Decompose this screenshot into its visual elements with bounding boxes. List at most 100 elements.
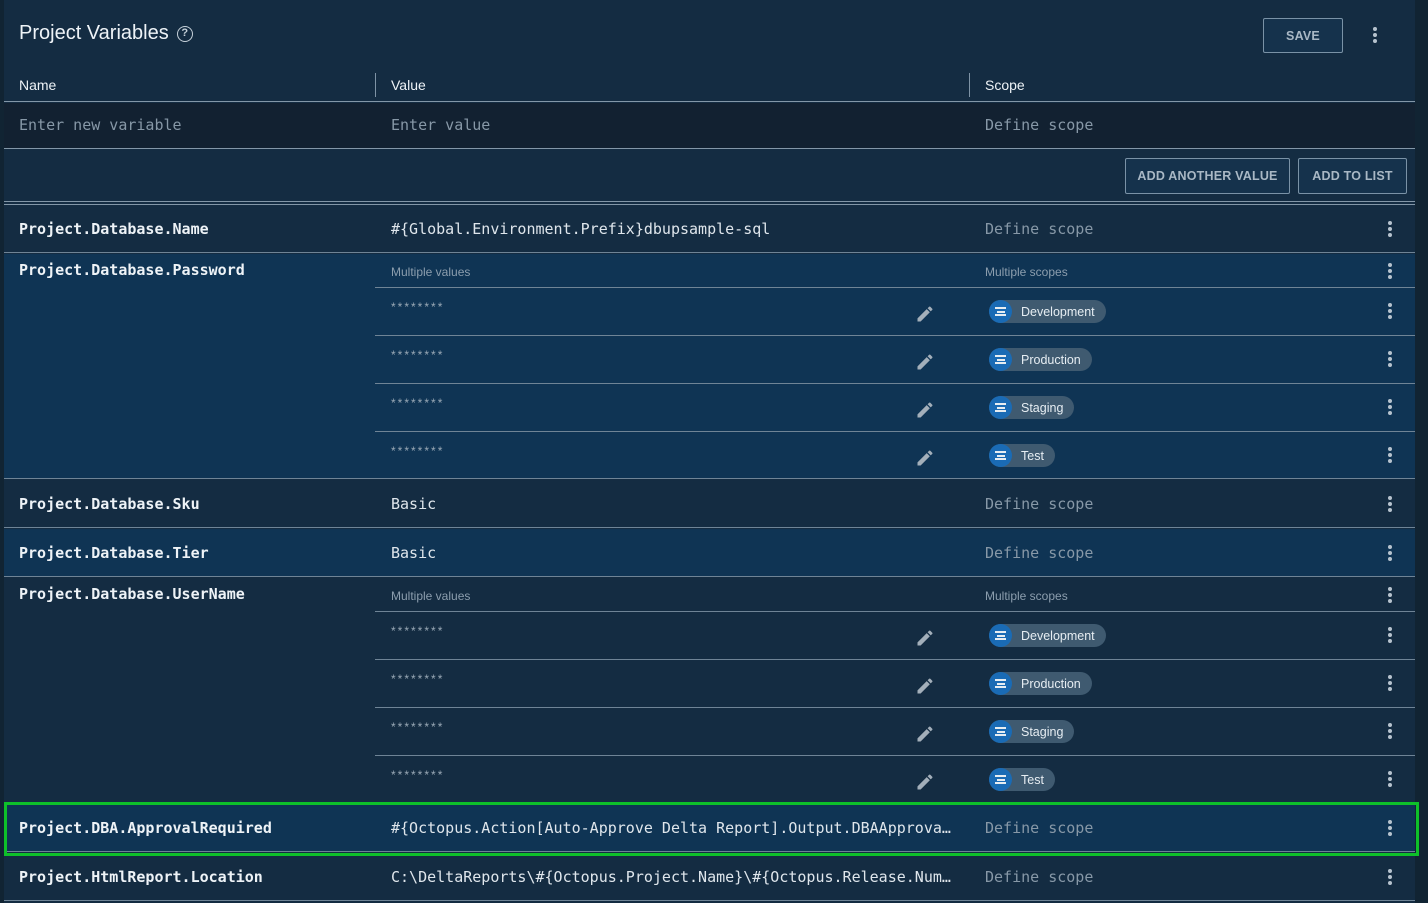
row-menu-icon[interactable] bbox=[1380, 818, 1400, 838]
new-variable-name-input[interactable]: Enter new variable bbox=[19, 116, 182, 134]
row-menu-icon[interactable] bbox=[1380, 867, 1400, 887]
value-row[interactable]: ******** Staging bbox=[375, 707, 1415, 755]
scope-chip[interactable]: Production bbox=[989, 348, 1092, 371]
multiple-values-label: Multiple values bbox=[391, 589, 471, 603]
edit-pencil-icon[interactable] bbox=[915, 448, 935, 468]
define-scope[interactable]: Define scope bbox=[985, 819, 1093, 837]
variable-value[interactable]: #{Global.Environment.Prefix}dbupsample-s… bbox=[391, 220, 951, 238]
define-scope[interactable]: Define scope bbox=[985, 868, 1093, 886]
variable-name: Project.DBA.ApprovalRequired bbox=[19, 819, 272, 837]
page-title-text: Project Variables bbox=[19, 22, 169, 44]
variable-row[interactable]: Project.Database.Name #{Global.Environmen… bbox=[4, 205, 1415, 253]
sensitive-value: ******** bbox=[391, 672, 445, 686]
variable-name: Project.Database.Tier bbox=[19, 544, 209, 562]
sensitive-value: ******** bbox=[391, 348, 445, 362]
header: Project Variables ? SAVE bbox=[4, 0, 1415, 70]
column-header-name: Name bbox=[19, 77, 57, 93]
edit-pencil-icon[interactable] bbox=[915, 772, 935, 792]
define-scope[interactable]: Define scope bbox=[985, 495, 1093, 513]
edit-pencil-icon[interactable] bbox=[915, 628, 935, 648]
variable-name: Project.Database.Password bbox=[19, 261, 245, 279]
variable-row[interactable]: Project.Database.Tier Basic Define scope bbox=[4, 529, 1415, 577]
scope-chip[interactable]: Production bbox=[989, 672, 1092, 695]
scope-chip[interactable]: Development bbox=[989, 300, 1106, 323]
row-menu-icon[interactable] bbox=[1380, 721, 1400, 741]
new-variable-scope-input[interactable]: Define scope bbox=[985, 116, 1093, 134]
sensitive-value: ******** bbox=[391, 396, 445, 410]
save-button[interactable]: SAVE bbox=[1263, 18, 1343, 53]
define-scope[interactable]: Define scope bbox=[985, 544, 1093, 562]
column-header-scope: Scope bbox=[985, 77, 1025, 93]
new-variable-row: Enter new variable Enter value Define sc… bbox=[4, 103, 1415, 149]
row-menu-icon[interactable] bbox=[1380, 219, 1400, 239]
scope-chip-label: Development bbox=[1021, 304, 1095, 319]
edit-pencil-icon[interactable] bbox=[915, 352, 935, 372]
scope-chip-label: Test bbox=[1021, 448, 1044, 463]
page-title: Project Variables ? bbox=[19, 22, 193, 45]
add-another-value-button[interactable]: ADD ANOTHER VALUE bbox=[1125, 158, 1290, 194]
environment-icon bbox=[989, 672, 1012, 695]
variable-value[interactable]: #{Octopus.Action[Auto-Approve Delta Repo… bbox=[391, 819, 951, 837]
row-menu-icon[interactable] bbox=[1380, 301, 1400, 321]
value-row[interactable]: ******** Test bbox=[375, 431, 1415, 479]
help-circle-icon[interactable]: ? bbox=[176, 25, 193, 42]
value-row[interactable]: ******** Development bbox=[375, 287, 1415, 335]
variable-value[interactable]: C:\DeltaReports\#{Octopus.Project.Name}\… bbox=[391, 868, 951, 886]
edit-pencil-icon[interactable] bbox=[915, 304, 935, 324]
variable-row[interactable]: Project.Database.UserName Multiple values… bbox=[4, 578, 1415, 803]
define-scope[interactable]: Define scope bbox=[985, 220, 1093, 238]
edit-pencil-icon[interactable] bbox=[915, 676, 935, 696]
value-row[interactable]: ******** Development bbox=[375, 611, 1415, 659]
value-row[interactable]: ******** Production bbox=[375, 659, 1415, 707]
value-row[interactable]: ******** Staging bbox=[375, 383, 1415, 431]
scope-chip[interactable]: Staging bbox=[989, 720, 1075, 743]
project-variables-panel: Project Variables ? SAVE Name Value Scop… bbox=[4, 0, 1415, 903]
value-row[interactable]: ******** Production bbox=[375, 335, 1415, 383]
value-row[interactable]: ******** Test bbox=[375, 755, 1415, 803]
row-menu-icon[interactable] bbox=[1380, 261, 1400, 281]
scope-chip[interactable]: Staging bbox=[989, 396, 1075, 419]
scope-chip[interactable]: Test bbox=[989, 444, 1055, 467]
row-menu-icon[interactable] bbox=[1380, 769, 1400, 789]
row-menu-icon[interactable] bbox=[1380, 349, 1400, 369]
variable-row[interactable]: Project.Database.Sku Basic Define scope bbox=[4, 480, 1415, 528]
row-menu-icon[interactable] bbox=[1380, 543, 1400, 563]
add-to-list-button[interactable]: ADD TO LIST bbox=[1298, 158, 1407, 194]
more-vertical-icon[interactable] bbox=[1365, 25, 1385, 45]
variable-name: Project.Database.Name bbox=[19, 220, 209, 238]
sensitive-value: ******** bbox=[391, 768, 445, 782]
edit-pencil-icon[interactable] bbox=[915, 400, 935, 420]
environment-icon bbox=[989, 768, 1012, 791]
row-menu-icon[interactable] bbox=[1380, 397, 1400, 417]
edit-pencil-icon[interactable] bbox=[915, 724, 935, 744]
sensitive-value: ******** bbox=[391, 444, 445, 458]
column-divider[interactable] bbox=[969, 73, 970, 97]
variable-value[interactable]: Basic bbox=[391, 495, 951, 513]
new-variable-value-input[interactable]: Enter value bbox=[391, 116, 490, 134]
sensitive-value: ******** bbox=[391, 300, 445, 314]
scope-chip[interactable]: Development bbox=[989, 624, 1106, 647]
scope-chip[interactable]: Test bbox=[989, 768, 1055, 791]
variable-row[interactable]: Project.HtmlReport.Location C:\DeltaRepor… bbox=[4, 853, 1415, 901]
scope-chip-label: Staging bbox=[1021, 400, 1064, 415]
column-divider[interactable] bbox=[375, 73, 376, 97]
scope-chip-label: Staging bbox=[1021, 724, 1064, 739]
environment-icon bbox=[989, 396, 1012, 419]
scrollbar[interactable] bbox=[1415, 0, 1428, 903]
environment-icon bbox=[989, 444, 1012, 467]
scope-chip-label: Development bbox=[1021, 628, 1095, 643]
environment-icon bbox=[989, 300, 1012, 323]
row-menu-icon[interactable] bbox=[1380, 673, 1400, 693]
row-menu-icon[interactable] bbox=[1380, 585, 1400, 605]
variable-row[interactable]: Project.DBA.ApprovalRequired #{Octopus.Ac… bbox=[4, 804, 1415, 852]
multiple-values-label: Multiple values bbox=[391, 265, 471, 279]
variable-row[interactable]: Project.Database.Password Multiple values… bbox=[4, 254, 1415, 479]
row-menu-icon[interactable] bbox=[1380, 494, 1400, 514]
row-menu-icon[interactable] bbox=[1380, 625, 1400, 645]
multiple-scopes-label: Multiple scopes bbox=[985, 265, 1068, 279]
multiple-scopes-label: Multiple scopes bbox=[985, 589, 1068, 603]
environment-icon bbox=[989, 720, 1012, 743]
variable-value[interactable]: Basic bbox=[391, 544, 951, 562]
row-menu-icon[interactable] bbox=[1380, 445, 1400, 465]
actions-bar: ADD ANOTHER VALUE ADD TO LIST bbox=[4, 150, 1415, 200]
